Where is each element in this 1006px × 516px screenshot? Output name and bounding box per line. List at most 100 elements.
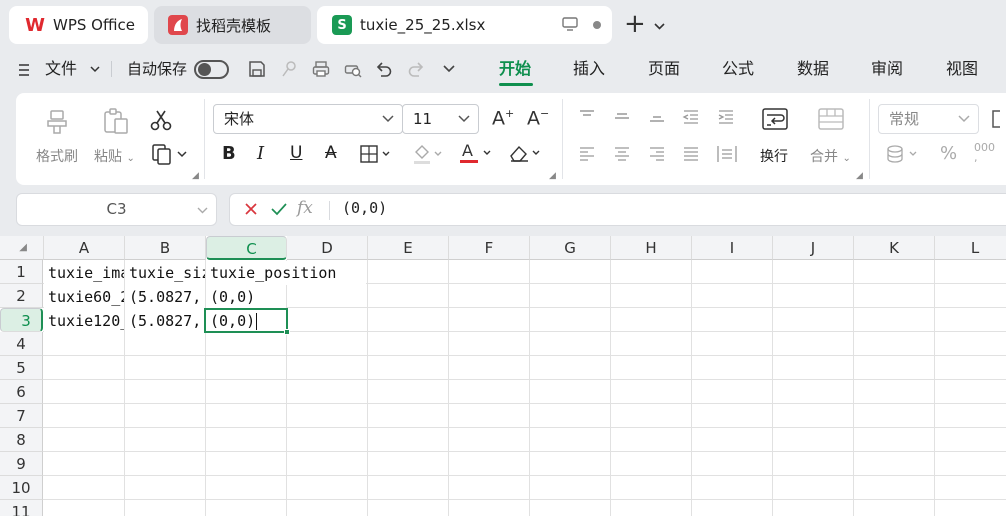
font-name-select[interactable]: 宋体 <box>213 104 403 134</box>
row-header-1[interactable]: 1 <box>0 260 43 284</box>
new-tab-button[interactable]: + <box>624 8 646 40</box>
alignment-expand-icon[interactable]: ◢ <box>856 171 863 181</box>
number-format-select[interactable]: 常规 <box>878 104 979 134</box>
font-color-icon[interactable]: A <box>459 141 493 169</box>
align-middle-icon[interactable] <box>613 109 631 127</box>
cut-icon[interactable] <box>150 109 172 135</box>
quick-access-chevron-icon[interactable] <box>438 58 460 80</box>
row-header-11[interactable]: 11 <box>0 500 43 516</box>
menu-tab-view[interactable]: 视图 <box>946 52 978 86</box>
font-size-select[interactable]: 11 <box>402 104 479 134</box>
column-header-c[interactable]: C <box>206 236 287 260</box>
clipboard-expand-icon[interactable]: ◢ <box>192 171 199 181</box>
align-top-icon[interactable] <box>578 109 596 127</box>
menu-tab-formula[interactable]: 公式 <box>722 52 754 86</box>
row-header-3[interactable]: 3 <box>0 308 43 332</box>
tab-wps-office[interactable]: W WPS Office <box>9 6 148 44</box>
underline-icon[interactable]: U <box>290 143 302 163</box>
tab-list-chevron-icon[interactable] <box>654 18 665 34</box>
formula-input[interactable]: (0,0) <box>342 199 387 217</box>
wrap-text-button[interactable]: 换行 <box>760 146 788 166</box>
cell-b3[interactable]: (5.0827, <box>125 309 205 333</box>
row-header-9[interactable]: 9 <box>0 452 43 476</box>
thousands-separator-icon[interactable]: 000, <box>974 142 995 163</box>
cell-a3[interactable]: tuxie120_ <box>44 309 124 333</box>
insert-function-icon[interactable]: fx <box>297 198 313 218</box>
select-all-corner[interactable]: ◢ <box>0 236 44 260</box>
undo-icon[interactable] <box>373 58 395 80</box>
column-header-b[interactable]: B <box>125 236 206 260</box>
font-expand-icon[interactable]: ◢ <box>549 171 556 181</box>
column-header-l[interactable]: L <box>935 236 1006 260</box>
chevron-down-icon[interactable] <box>197 194 208 225</box>
tab-spreadsheet-file[interactable]: S tuxie_25_25.xlsx <box>317 6 612 44</box>
row-header-6[interactable]: 6 <box>0 380 43 404</box>
column-header-h[interactable]: H <box>611 236 692 260</box>
row-header-4[interactable]: 4 <box>0 332 43 356</box>
tab-docer-templates[interactable]: 找稻壳模板 <box>154 6 311 44</box>
copy-icon[interactable] <box>152 142 188 170</box>
bold-icon[interactable]: B <box>222 143 236 164</box>
row-header-10[interactable]: 10 <box>0 476 43 500</box>
spreadsheet-grid[interactable]: ◢ A B C D E F G H I J K L 1 2 3 4 5 6 7 … <box>0 236 1006 516</box>
strikethrough-icon[interactable]: A <box>325 143 337 163</box>
increase-indent-icon[interactable] <box>717 109 735 129</box>
row-header-7[interactable]: 7 <box>0 404 43 428</box>
cell-b2[interactable]: (5.0827, <box>125 285 205 309</box>
justify-icon[interactable] <box>682 146 700 166</box>
clear-format-icon[interactable] <box>508 143 542 167</box>
align-right-icon[interactable] <box>648 146 666 166</box>
align-center-icon[interactable] <box>613 146 631 166</box>
row-header-5[interactable]: 5 <box>0 356 43 380</box>
format-painter-button[interactable]: 格式刷 <box>36 146 78 166</box>
align-bottom-icon[interactable] <box>648 109 666 127</box>
cell-b1[interactable]: tuxie_size <box>125 261 205 285</box>
decrease-font-size-icon[interactable]: A− <box>527 107 549 129</box>
column-header-f[interactable]: F <box>449 236 530 260</box>
row-header-8[interactable]: 8 <box>0 428 43 452</box>
autosave-toggle[interactable] <box>194 60 229 79</box>
cancel-formula-icon[interactable] <box>244 202 258 220</box>
distributed-align-icon[interactable] <box>716 145 738 167</box>
menu-tab-page[interactable]: 页面 <box>648 52 680 86</box>
column-header-d[interactable]: D <box>287 236 368 260</box>
menu-tab-home[interactable]: 开始 <box>499 52 531 86</box>
cell-a1[interactable]: tuxie_image <box>44 261 124 285</box>
menu-tab-data[interactable]: 数据 <box>797 52 829 86</box>
column-header-i[interactable]: I <box>692 236 773 260</box>
increase-font-size-icon[interactable]: A+ <box>492 107 514 129</box>
monitor-icon[interactable] <box>562 17 578 35</box>
cell-style-icon[interactable] <box>990 109 1006 133</box>
fill-color-icon[interactable] <box>412 143 444 169</box>
share-icon[interactable] <box>279 58 301 80</box>
borders-icon[interactable] <box>360 145 392 167</box>
row-header-2[interactable]: 2 <box>0 284 43 308</box>
unsaved-dot-icon[interactable] <box>593 21 601 29</box>
file-menu[interactable]: 文件 <box>45 52 100 86</box>
merge-cells-button[interactable]: 合并 ⌄ <box>810 146 851 166</box>
italic-icon[interactable]: I <box>257 143 264 164</box>
cell-c1[interactable]: tuxie_position <box>206 261 366 285</box>
hamburger-icon[interactable] <box>18 52 30 86</box>
confirm-formula-icon[interactable] <box>271 202 287 220</box>
column-header-g[interactable]: G <box>530 236 611 260</box>
name-box[interactable]: C3 <box>16 193 217 226</box>
decrease-indent-icon[interactable] <box>682 109 700 129</box>
print-icon[interactable] <box>310 58 332 80</box>
column-header-e[interactable]: E <box>368 236 449 260</box>
cell-a2[interactable]: tuxie60_2 <box>44 285 124 309</box>
redo-icon[interactable] <box>405 58 427 80</box>
align-left-icon[interactable] <box>578 146 596 166</box>
print-preview-icon[interactable] <box>342 58 364 80</box>
percent-format-icon[interactable]: % <box>940 143 957 164</box>
column-header-j[interactable]: J <box>773 236 854 260</box>
column-header-a[interactable]: A <box>44 236 125 260</box>
menu-tab-review[interactable]: 审阅 <box>871 52 903 86</box>
cell-c2[interactable]: (0,0) <box>206 285 286 309</box>
save-icon[interactable] <box>246 58 268 80</box>
column-header-k[interactable]: K <box>854 236 935 260</box>
menu-tab-insert[interactable]: 插入 <box>573 52 605 86</box>
currency-format-icon[interactable] <box>886 145 920 167</box>
fill-handle[interactable] <box>284 329 290 335</box>
paste-button[interactable]: 粘贴 ⌄ <box>94 146 135 166</box>
